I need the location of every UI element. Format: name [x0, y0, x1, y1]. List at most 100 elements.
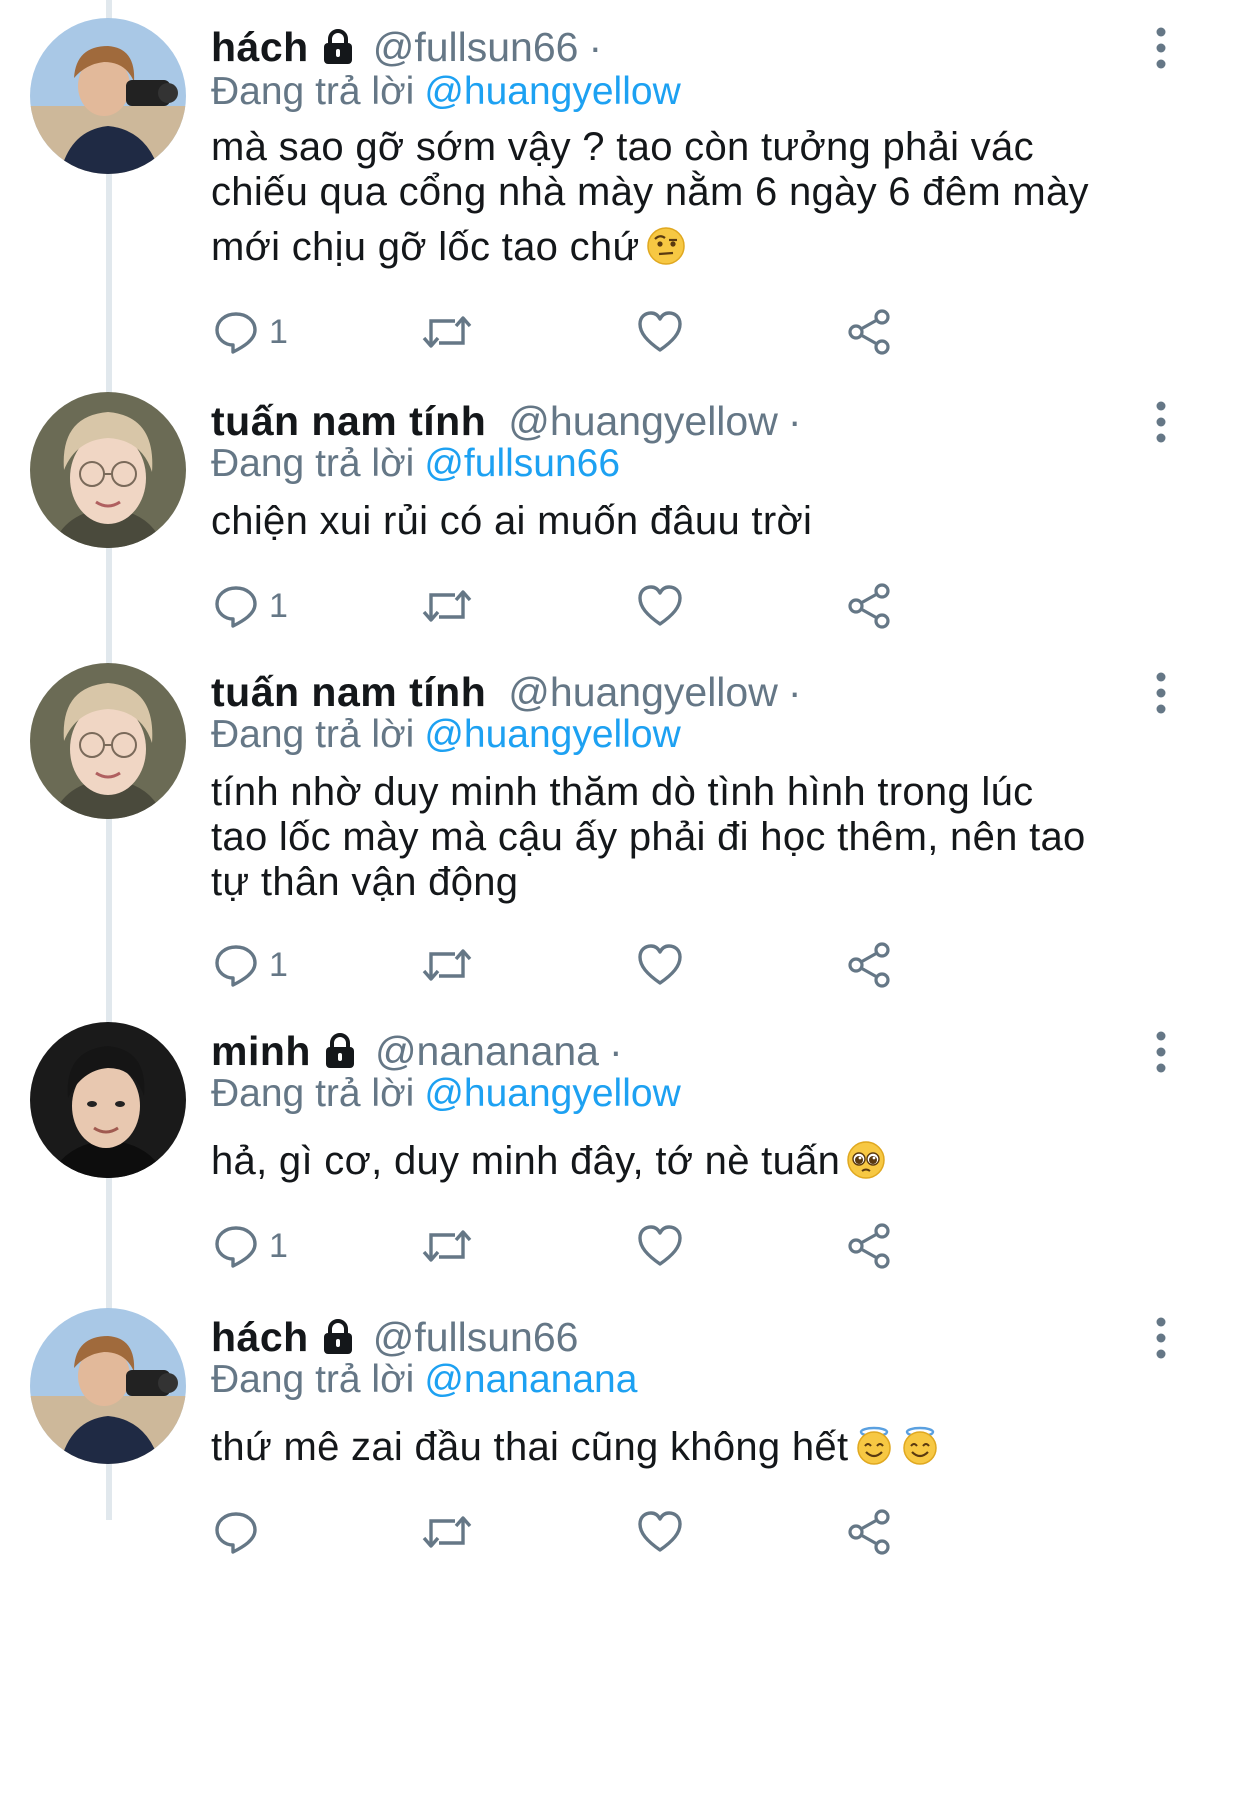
- more-vertical-icon[interactable]: [1146, 671, 1176, 715]
- heart-icon: [638, 311, 682, 352]
- tweet-text-line: chiện xui rủi có ai muốn đâuu trời: [211, 499, 813, 543]
- lock-icon: [325, 1033, 354, 1068]
- retweet-button[interactable]: [421, 937, 473, 993]
- share-icon: [848, 1223, 890, 1269]
- tweet-actions: 1: [211, 937, 1111, 993]
- tweet-text-line: thứ mê zai đầu thai cũng không hết: [211, 1422, 1171, 1473]
- tweet-text-line: hả, gì cơ, duy minh đây, tớ nè tuấn: [211, 1136, 1171, 1187]
- replying-to: Đang trả lời @huangyellow: [211, 1068, 681, 1120]
- like-button[interactable]: [637, 1504, 683, 1560]
- share-button[interactable]: [847, 1218, 893, 1274]
- tweet-text-line-content: mới chịu gỡ lốc tao chứ: [211, 225, 640, 269]
- replying-to-handle[interactable]: @fullsun66: [424, 442, 620, 485]
- tweet-text-line: mới chịu gỡ lốc tao chứ: [211, 222, 1171, 273]
- heart-icon: [638, 944, 682, 985]
- separator-dot: ·: [787, 669, 802, 715]
- reply-count: 1: [269, 586, 288, 625]
- like-button[interactable]: [637, 304, 683, 360]
- tweet-text-line: tự thân vận động: [211, 860, 519, 904]
- reply-icon: [215, 945, 257, 987]
- reply-icon: [215, 312, 257, 354]
- tweet-actions: [211, 1504, 1111, 1560]
- like-button[interactable]: [637, 578, 683, 634]
- share-button[interactable]: [847, 304, 893, 360]
- retweet-icon: [422, 949, 472, 981]
- tweet-actions: 1: [211, 304, 1111, 360]
- share-icon: [848, 309, 890, 355]
- raised-eyebrow-emoji: [646, 227, 685, 265]
- more-vertical-icon[interactable]: [1146, 1030, 1176, 1074]
- tweet-text: hả, gì cơ, duy minh đây, tớ nè tuấn: [211, 1136, 1171, 1187]
- pleading-face-emoji: [847, 1141, 885, 1179]
- replying-to-handle[interactable]: @huangyellow: [424, 1072, 680, 1115]
- tweet-text-line-content: hả, gì cơ, duy minh đây, tớ nè tuấn: [211, 1139, 841, 1183]
- avatar[interactable]: [30, 18, 186, 174]
- replying-to-label: Đang trả lời: [211, 442, 415, 485]
- retweet-button[interactable]: [421, 1504, 473, 1560]
- tweet-text: mà sao gỡ sớm vậy ? tao còn tưởng phải v…: [211, 122, 1171, 273]
- tweet-text-line: chiếu qua cổng nhà mày nằm 6 ngày 6 đêm …: [211, 170, 1089, 214]
- tweet-text: chiện xui rủi có ai muốn đâuu trời: [211, 496, 1171, 547]
- replying-to-label: Đang trả lời: [211, 70, 415, 113]
- retweet-button[interactable]: [421, 578, 473, 634]
- tweet-text-line: tính nhờ duy minh thăm dò tình hình tron…: [211, 770, 1034, 814]
- tweet-actions: 1: [211, 1218, 1111, 1274]
- reply-button[interactable]: 1: [213, 1218, 288, 1274]
- retweet-button[interactable]: [421, 1218, 473, 1274]
- replying-to-handle[interactable]: @nananana: [424, 1358, 637, 1401]
- lock-icon: [323, 29, 352, 64]
- replying-to-handle[interactable]: @huangyellow: [424, 70, 680, 113]
- more-vertical-icon[interactable]: [1146, 26, 1176, 70]
- reply-count: 1: [269, 1226, 288, 1265]
- like-button[interactable]: [637, 937, 683, 993]
- tweet-text: tính nhờ duy minh thăm dò tình hình tron…: [211, 767, 1171, 908]
- reply-button[interactable]: 1: [213, 937, 288, 993]
- share-button[interactable]: [847, 937, 893, 993]
- smiling-face-with-halo-emoji: [903, 1426, 938, 1465]
- share-button[interactable]: [847, 1504, 893, 1560]
- retweet-icon: [422, 1516, 472, 1548]
- reply-button[interactable]: [213, 1504, 269, 1560]
- more-vertical-icon[interactable]: [1146, 1316, 1176, 1360]
- reply-icon: [215, 1226, 257, 1268]
- tweet-text-line: tao lốc mày mà cậu ấy phải đi học thêm, …: [211, 815, 1086, 859]
- reply-count: 1: [269, 945, 288, 984]
- replying-to-label: Đang trả lời: [211, 1072, 415, 1115]
- heart-icon: [638, 1511, 682, 1552]
- heart-icon: [638, 1225, 682, 1266]
- retweet-icon: [422, 590, 472, 622]
- share-button[interactable]: [847, 578, 893, 634]
- reply-icon: [215, 586, 257, 628]
- avatar[interactable]: [30, 392, 186, 548]
- avatar[interactable]: [30, 1308, 186, 1464]
- heart-icon: [638, 585, 682, 626]
- reply-button[interactable]: 1: [213, 578, 288, 634]
- smiling-face-with-halo-emoji: [857, 1426, 892, 1465]
- replying-to: Đang trả lời @nananana: [211, 1354, 637, 1406]
- reply-icon: [215, 1512, 257, 1554]
- reply-count: 1: [269, 312, 288, 351]
- share-icon: [848, 942, 890, 988]
- replying-to: Đang trả lời @fullsun66: [211, 438, 620, 490]
- replying-to-label: Đang trả lời: [211, 1358, 415, 1401]
- tweet-actions: 1: [211, 578, 1111, 634]
- retweet-icon: [422, 316, 472, 348]
- tweet-text-line-content: thứ mê zai đầu thai cũng không hết: [211, 1425, 849, 1469]
- separator-dot: ·: [787, 398, 802, 444]
- more-vertical-icon[interactable]: [1146, 400, 1176, 444]
- lock-icon: [323, 1319, 352, 1354]
- share-icon: [848, 583, 890, 629]
- tweet-text: thứ mê zai đầu thai cũng không hết: [211, 1422, 1171, 1473]
- retweet-button[interactable]: [421, 304, 473, 360]
- replying-to-handle[interactable]: @huangyellow: [424, 713, 680, 756]
- retweet-icon: [422, 1230, 472, 1262]
- reply-button[interactable]: 1: [213, 304, 288, 360]
- replying-to: Đang trả lời @huangyellow: [211, 709, 681, 761]
- avatar[interactable]: [30, 663, 186, 819]
- avatar[interactable]: [30, 1022, 186, 1178]
- replying-to-label: Đang trả lời: [211, 713, 415, 756]
- replying-to: Đang trả lời @huangyellow: [211, 66, 681, 118]
- like-button[interactable]: [637, 1218, 683, 1274]
- share-icon: [848, 1509, 890, 1555]
- tweet-text-line: mà sao gỡ sớm vậy ? tao còn tưởng phải v…: [211, 125, 1034, 169]
